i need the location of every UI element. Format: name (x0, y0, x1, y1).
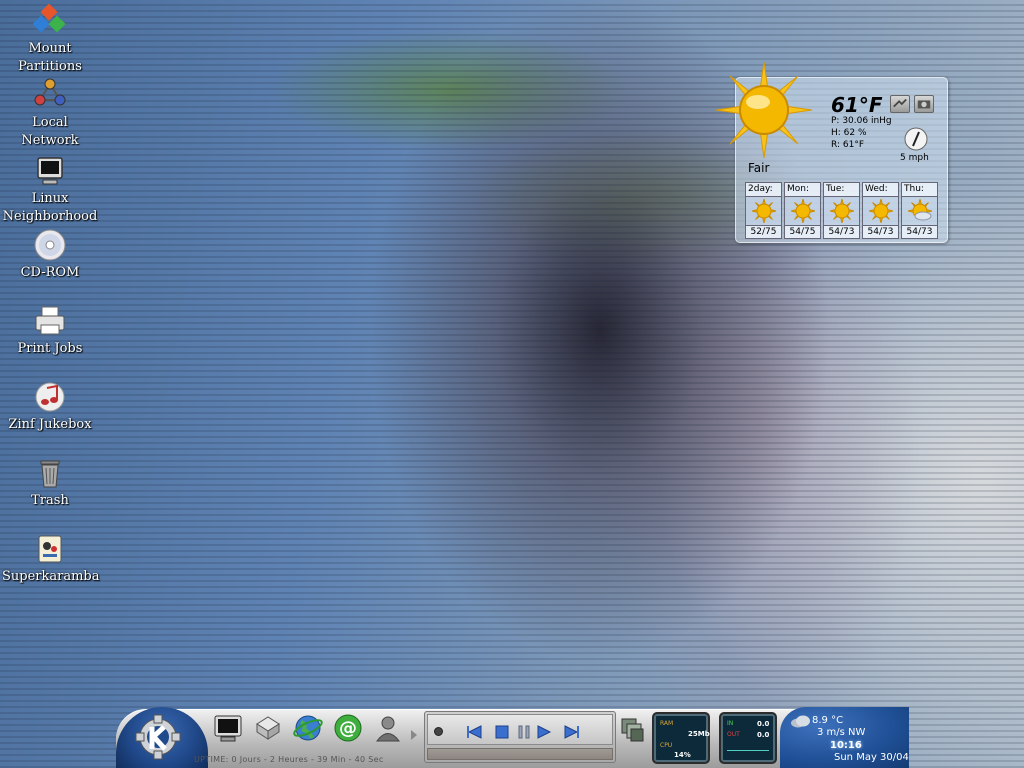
desktop-icon-label: Trash (31, 493, 69, 508)
trash-icon (40, 460, 60, 488)
linux-neighborhood-icon (37, 157, 63, 185)
user-launcher[interactable] (372, 712, 404, 744)
sun-icon (751, 199, 776, 223)
camera-icon (917, 100, 931, 109)
file-manager-icon (256, 716, 280, 740)
net-in-value: 0.0 (757, 720, 770, 728)
wind-speed: 5 mph (900, 153, 929, 163)
ram-label: RAM (660, 720, 674, 727)
terminal-icon (214, 715, 242, 742)
sun-icon (829, 199, 854, 223)
sun-icon (715, 61, 813, 159)
file-manager-launcher[interactable] (252, 712, 284, 744)
map-icon (893, 98, 907, 108)
next-track-icon[interactable] (564, 725, 580, 739)
net-in-label: IN (727, 720, 734, 727)
desktop-icon-cdrom[interactable]: CD-ROM (2, 228, 98, 282)
forecast-day: Mon: 54/75 (784, 182, 821, 239)
forecast-day: 2day: 52/75 (745, 182, 782, 239)
desktop-icon-label: Print Jobs (17, 341, 83, 356)
clock-date[interactable]: Sun May 30/04 (834, 752, 909, 763)
user-icon (376, 716, 400, 742)
desktop-icon-linux-neighborhood[interactable]: Linux Neighborhood (2, 154, 98, 226)
weather-widget[interactable]: 61°F P: 30.06 inHg H: 62 % R: 61°F 5 mph… (715, 61, 948, 243)
forecast-day-label: 2day: (745, 182, 782, 197)
play-icon[interactable] (536, 725, 552, 739)
desktop-icon-label: CD-ROM (20, 265, 80, 280)
outside-wind: 3 m/s NW (817, 727, 866, 738)
desktop-icon-mount-partitions[interactable]: Mount Partitions (2, 4, 98, 76)
clock-weather-widget: 8.9 °C 3 m/s NW 10:16 Sun May 30/04 (780, 707, 909, 768)
uptime-readout: UPTIME: 0 Jours - 2 Heures - 39 Min - 40… (194, 755, 384, 764)
desktop-icon-zinf-jukebox[interactable]: Zinf Jukebox (2, 380, 98, 434)
desktop-icon-label: Linux Neighborhood (2, 191, 98, 224)
forecast-range: 54/73 (901, 225, 938, 239)
forecast-range: 54/73 (823, 225, 860, 239)
cdrom-icon (34, 229, 66, 261)
media-controls-area (427, 714, 613, 745)
desktop-icon-label: Superkaramba (2, 569, 100, 584)
pressure-readout: P: 30.06 inHg (831, 116, 892, 126)
forecast-range: 54/73 (862, 225, 899, 239)
desktop-icon-label: Zinf Jukebox (8, 417, 92, 432)
weather-camera-button[interactable] (914, 95, 934, 113)
clock-time[interactable]: 10:16 (830, 740, 862, 751)
desktop-icon-trash[interactable]: Trash (2, 456, 98, 510)
cloud-icon (791, 715, 810, 728)
humidity-readout: H: 62 % (831, 128, 867, 138)
ram-value: 25Mb (688, 730, 710, 738)
cpu-label: CPU (660, 742, 673, 749)
superkaramba-icon (38, 535, 62, 563)
forecast-day-label: Thu: (901, 182, 938, 197)
jukebox-icon (35, 382, 65, 412)
sun-icon (790, 199, 815, 223)
stop-icon[interactable] (494, 725, 510, 739)
media-player (424, 711, 616, 763)
desktop-icon-print-jobs[interactable]: Print Jobs (2, 304, 98, 358)
net-out-label: OUT (727, 731, 740, 738)
memory-cpu-monitor: RAM 25Mb CPU 14% (652, 712, 710, 764)
email-icon: @ (334, 714, 362, 742)
expand-arrow-icon[interactable] (410, 729, 418, 741)
sun-icon (868, 199, 893, 223)
terminal-launcher[interactable] (212, 712, 244, 744)
current-temperature: 61°F (831, 93, 883, 117)
outside-temperature: 8.9 °C (812, 715, 844, 726)
forecast-day: Tue: 54/73 (823, 182, 860, 239)
pause-icon[interactable] (516, 725, 532, 739)
desktop-icon-local-network[interactable]: Local Network (2, 78, 98, 150)
forecast-range: 52/75 (745, 225, 782, 239)
desktop-icon-superkaramba[interactable]: Superkaramba (2, 532, 100, 586)
real-feel-readout: R: 61°F (831, 140, 864, 150)
mail-launcher[interactable]: @ (332, 712, 364, 744)
printer-icon (35, 306, 65, 335)
network-graph-line (727, 750, 769, 751)
forecast-day-label: Wed: (862, 182, 899, 197)
forecast-day: Wed: 54/73 (862, 182, 899, 239)
bottom-panel: @ UPTIME: 0 Jours - 2 Heures - 39 Min - … (116, 707, 909, 768)
desktop-icon-label: Mount Partitions (18, 41, 82, 74)
partly-cloudy-icon (907, 199, 932, 221)
network-monitor: IN 0.0 OUT 0.0 (719, 712, 777, 764)
cpu-value: 14% (674, 751, 691, 759)
weather-map-button[interactable] (890, 95, 910, 113)
playlist-bar[interactable] (427, 748, 613, 760)
svg-text:@: @ (339, 718, 357, 739)
forecast-range: 54/75 (784, 225, 821, 239)
globe-icon (293, 715, 323, 741)
browser-launcher[interactable] (292, 712, 324, 744)
wind-direction-icon (904, 127, 928, 151)
weather-condition: Fair (748, 161, 770, 175)
net-out-value: 0.0 (757, 731, 770, 739)
forecast-day-label: Mon: (784, 182, 821, 197)
mount-partitions-icon (33, 4, 66, 33)
local-network-icon (34, 78, 66, 106)
player-status-led (434, 727, 443, 736)
forecast-day: Thu: 54/73 (901, 182, 938, 239)
desktop-switcher-icon[interactable] (620, 715, 646, 745)
desktop-icon-label: Local Network (21, 115, 79, 148)
forecast-day-label: Tue: (823, 182, 860, 197)
previous-track-icon[interactable] (466, 725, 482, 739)
